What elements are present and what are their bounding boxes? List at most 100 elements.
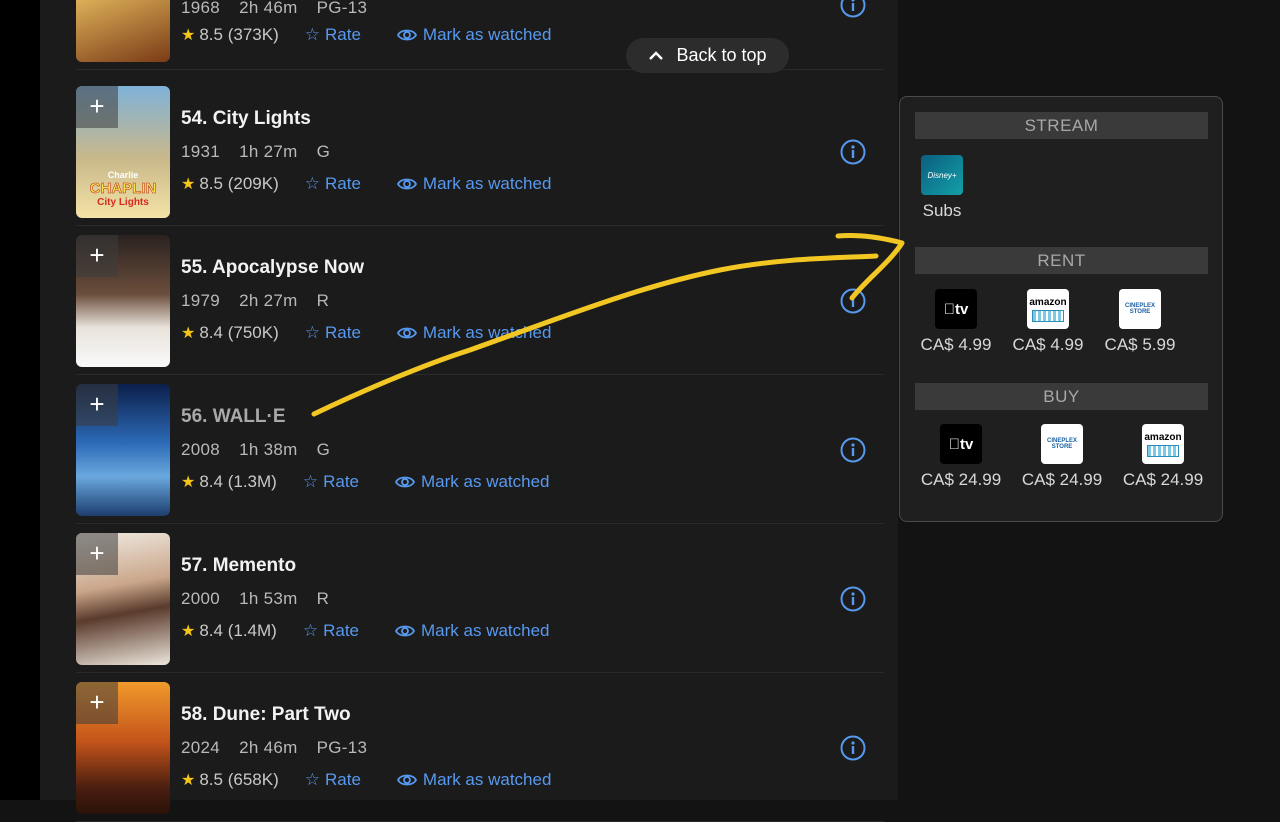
- rate-label: Rate: [323, 472, 360, 491]
- imdb-rating: 8.4: [199, 323, 223, 342]
- movie-poster[interactable]: + Charlie CHAPLIN City Lights: [76, 86, 170, 218]
- info-icon[interactable]: [840, 735, 866, 761]
- left-gutter: [0, 0, 40, 800]
- movie-year: 1968: [181, 0, 221, 17]
- movie-title[interactable]: 56. WALL·E: [181, 406, 286, 428]
- movie-title[interactable]: 55. Apocalypse Now: [181, 257, 364, 279]
- rate-label: Rate: [325, 770, 361, 789]
- movie-actions: ★ 8.5 (658K) ☆ Rate Mark as watched: [181, 770, 551, 790]
- provider-cineplex-buy[interactable]: CINEPLEX STORE CA$ 24.99: [1015, 424, 1109, 490]
- amazon-logo: amazon: [1142, 424, 1184, 464]
- movie-title[interactable]: 54. City Lights: [181, 108, 311, 130]
- rate-button[interactable]: ☆ Rate: [303, 472, 359, 492]
- mark-watched-button[interactable]: Mark as watched: [396, 323, 551, 343]
- rate-button[interactable]: ☆ Rate: [305, 323, 361, 343]
- provider-price: Subs: [922, 201, 962, 220]
- back-to-top-button[interactable]: Back to top: [626, 38, 789, 73]
- mark-watched-label: Mark as watched: [421, 621, 550, 640]
- add-to-watchlist-icon[interactable]: +: [76, 235, 118, 277]
- provider-disney-plus[interactable]: Disney+ Subs: [914, 155, 970, 221]
- add-to-watchlist-icon[interactable]: +: [76, 86, 118, 128]
- eye-icon: [396, 178, 417, 190]
- movie-title[interactable]: 58. Dune: Part Two: [181, 704, 351, 726]
- movie-actions: ★ 8.4 (750K) ☆ Rate Mark as watched: [181, 323, 551, 343]
- star-icon: ★: [181, 176, 196, 193]
- provider-apple-tv-buy[interactable]: tv CA$ 24.99: [914, 424, 1008, 490]
- movie-poster[interactable]: +: [76, 533, 170, 665]
- star-outline-icon: ☆: [304, 323, 320, 342]
- apple-tv-logo-text: tv: [954, 435, 973, 453]
- provider-cineplex-rent[interactable]: CINEPLEX STORE CA$ 5.99: [1098, 289, 1182, 355]
- info-icon[interactable]: [840, 288, 866, 314]
- provider-amazon-rent[interactable]: amazon CA$ 4.99: [1006, 289, 1090, 355]
- vote-count: (209K): [227, 174, 279, 193]
- mark-watched-button[interactable]: Mark as watched: [396, 25, 551, 45]
- provider-price: CA$ 24.99: [1122, 470, 1204, 489]
- rate-button[interactable]: ☆ Rate: [305, 770, 361, 790]
- movie-year: 2024: [181, 738, 221, 757]
- mark-watched-label: Mark as watched: [422, 770, 552, 789]
- mark-watched-button[interactable]: Mark as watched: [396, 174, 551, 194]
- movie-runtime: 2h 46m: [239, 0, 298, 17]
- imdb-rating: 8.4: [199, 621, 223, 640]
- movie-meta: 1968 2h 46m PG-13: [181, 0, 381, 18]
- stream-section-header: STREAM: [915, 112, 1208, 139]
- amazon-logo-text: amazon: [1029, 296, 1067, 308]
- provider-price: CA$ 4.99: [1012, 335, 1084, 354]
- buy-section-header: BUY: [915, 383, 1208, 410]
- cineplex-store-logo: CINEPLEX STORE: [1041, 424, 1083, 464]
- star-outline-icon: ☆: [304, 174, 320, 193]
- eye-icon: [396, 774, 417, 786]
- star-outline-icon: ☆: [302, 621, 319, 640]
- mark-watched-button[interactable]: Mark as watched: [396, 770, 552, 790]
- rate-label: Rate: [323, 621, 360, 640]
- movie-certificate: G: [316, 142, 331, 161]
- apple-tv-logo-text: tv: [949, 300, 968, 318]
- info-icon[interactable]: [840, 0, 866, 18]
- movie-poster[interactable]: +: [76, 682, 170, 814]
- eye-icon: [395, 476, 416, 488]
- disney-plus-logo: Disney+: [921, 155, 963, 195]
- poster-caption-line: CHAPLIN: [89, 180, 157, 198]
- movie-poster[interactable]: +: [76, 235, 170, 367]
- back-to-top-label: Back to top: [676, 45, 767, 65]
- amazon-logo: amazon: [1027, 289, 1069, 329]
- movie-list-panel: 1968 2h 46m PG-13 ★ 8.5 (373K) ☆ Rate Mar…: [40, 0, 898, 822]
- add-to-watchlist-icon[interactable]: +: [76, 384, 118, 426]
- rate-button[interactable]: ☆ Rate: [305, 174, 361, 194]
- provider-price: CA$ 5.99: [1104, 335, 1176, 354]
- provider-amazon-buy[interactable]: amazon CA$ 24.99: [1116, 424, 1210, 490]
- info-icon[interactable]: [840, 586, 866, 612]
- movie-runtime: 1h 27m: [239, 142, 298, 161]
- movie-certificate: PG-13: [316, 0, 368, 17]
- movie-runtime: 1h 38m: [239, 440, 298, 459]
- movie-certificate: R: [316, 589, 330, 608]
- movie-poster[interactable]: [76, 0, 170, 62]
- cart-icon: [1032, 309, 1064, 322]
- rate-label: Rate: [325, 323, 361, 342]
- movie-meta: 1931 1h 27m G: [181, 142, 344, 162]
- star-outline-icon: ☆: [304, 770, 320, 789]
- star-icon: ★: [181, 325, 196, 342]
- add-to-watchlist-icon[interactable]: +: [76, 533, 118, 575]
- add-to-watchlist-icon[interactable]: +: [76, 682, 118, 724]
- list-item: + Charlie CHAPLIN City Lights 54. City L…: [76, 78, 884, 226]
- star-outline-icon: ☆: [304, 25, 320, 44]
- cart-icon: [1147, 444, 1179, 457]
- movie-poster[interactable]: +: [76, 384, 170, 516]
- provider-apple-tv-rent[interactable]: tv CA$ 4.99: [914, 289, 998, 355]
- mark-watched-button[interactable]: Mark as watched: [395, 472, 550, 492]
- info-icon[interactable]: [840, 437, 866, 463]
- mark-watched-button[interactable]: Mark as watched: [395, 621, 550, 641]
- list-item: + 55. Apocalypse Now 1979 2h 27m R ★ 8.4…: [76, 227, 884, 375]
- movie-year: 1979: [181, 291, 221, 310]
- imdb-rating: 8.5: [199, 25, 223, 44]
- vote-count: (1.4M): [227, 621, 277, 640]
- rate-button[interactable]: ☆ Rate: [303, 621, 359, 641]
- rent-section-header: RENT: [915, 247, 1208, 274]
- amazon-logo-text: amazon: [1144, 431, 1182, 443]
- apple-tv-logo: tv: [935, 289, 977, 329]
- rate-button[interactable]: ☆ Rate: [305, 25, 361, 45]
- movie-title[interactable]: 57. Memento: [181, 555, 296, 577]
- info-icon[interactable]: [840, 139, 866, 165]
